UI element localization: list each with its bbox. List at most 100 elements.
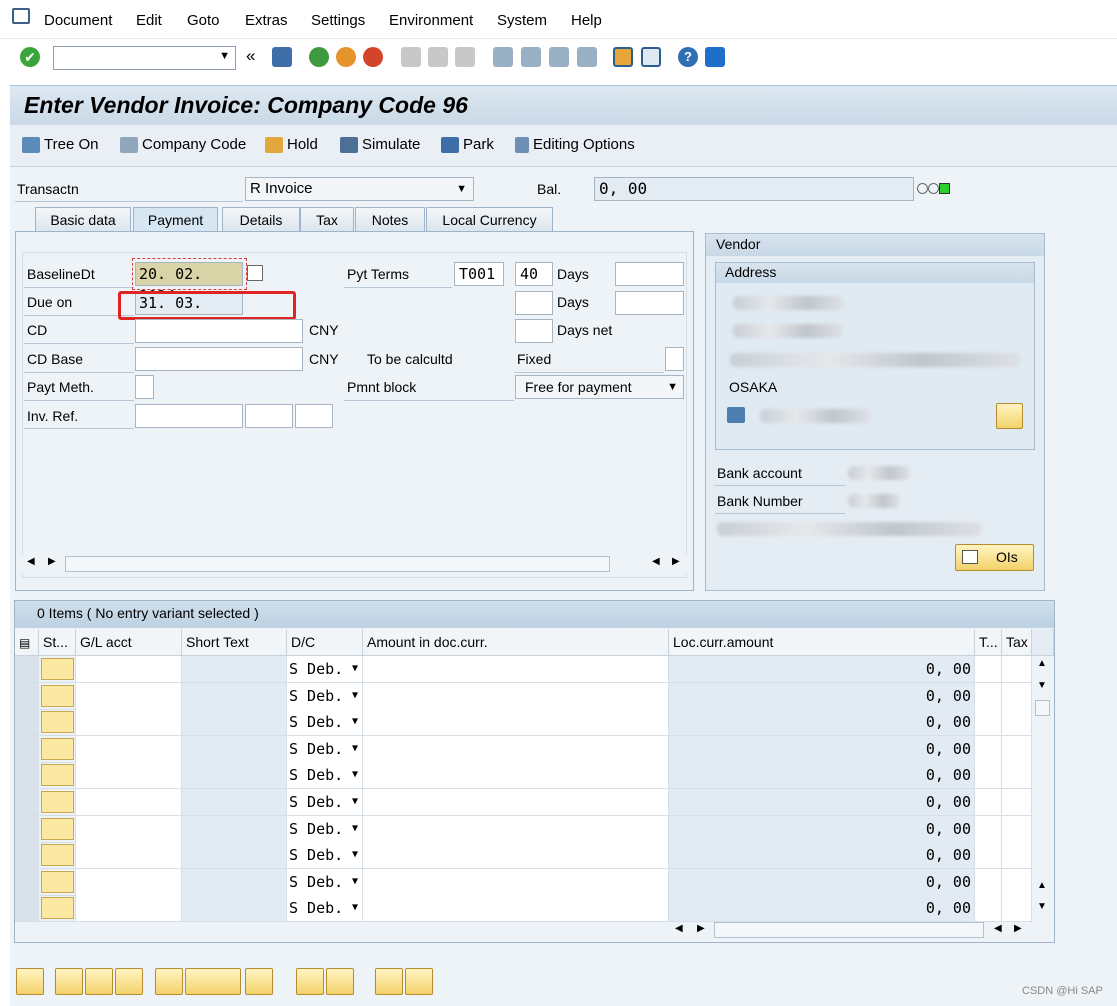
previous-page-icon[interactable] — [521, 47, 541, 67]
tree-on-button[interactable]: Tree On — [22, 136, 98, 153]
table-row[interactable]: S Deb. ▼ 0, 00 — [15, 815, 1032, 843]
find-icon[interactable] — [428, 47, 448, 67]
row-selector[interactable] — [15, 682, 39, 709]
chevron-down-icon[interactable]: ▼ — [352, 736, 358, 762]
scroll-thumb[interactable] — [65, 556, 610, 572]
tax-cell[interactable] — [1002, 682, 1032, 709]
days-2-field[interactable] — [515, 291, 553, 315]
column-short-text[interactable]: Short Text — [182, 629, 287, 656]
percent-2-field[interactable] — [615, 291, 684, 315]
table-vertical-scrollbar[interactable]: ▲ ▼ ▲ ▼ — [1032, 656, 1054, 920]
payment-terms-field[interactable]: T001 — [454, 262, 504, 286]
tab-panel-scrollbar[interactable]: ◀ ▶ ◀ ▶ — [22, 555, 687, 573]
save-icon[interactable] — [272, 47, 292, 67]
create-session-icon[interactable] — [613, 47, 633, 67]
tax-code-cell[interactable] — [975, 656, 1002, 682]
menu-help[interactable]: Help — [571, 12, 602, 29]
cd-base-field[interactable] — [135, 347, 303, 371]
scroll-right-icon[interactable]: ▶ — [48, 556, 56, 567]
menu-system[interactable]: System — [497, 12, 547, 29]
short-text-cell[interactable] — [182, 735, 287, 762]
debit-credit-cell[interactable]: S Deb. ▼ — [287, 709, 363, 736]
tax-cell[interactable] — [1002, 762, 1032, 789]
debit-credit-cell[interactable]: S Deb. ▼ — [287, 735, 363, 762]
fixed-checkbox[interactable] — [665, 347, 684, 371]
table-row[interactable]: S Deb. ▼ 0, 00 — [15, 709, 1032, 737]
gl-account-cell[interactable] — [76, 895, 182, 922]
debit-credit-cell[interactable]: S Deb. ▼ — [287, 868, 363, 895]
menu-edit[interactable]: Edit — [136, 12, 162, 29]
debit-credit-cell[interactable]: S Deb. ▼ — [287, 895, 363, 922]
command-field[interactable]: ▼ — [53, 46, 236, 70]
amount-doc-cell[interactable] — [363, 762, 669, 789]
cancel-icon[interactable] — [363, 47, 383, 67]
column-gl-account[interactable]: G/L acct — [76, 629, 182, 656]
status-cell[interactable] — [41, 897, 74, 920]
tax-cell[interactable] — [1002, 868, 1032, 895]
chevron-down-icon[interactable]: ▼ — [219, 50, 230, 62]
percent-1-field[interactable] — [615, 262, 684, 286]
company-code-button[interactable]: Company Code — [120, 136, 246, 153]
invoice-reference-year-field[interactable] — [245, 404, 293, 428]
sort-ascending-button[interactable] — [375, 968, 403, 995]
status-cell[interactable] — [41, 844, 74, 867]
amount-doc-cell[interactable] — [363, 789, 669, 815]
tax-cell[interactable] — [1002, 735, 1032, 762]
row-selector[interactable] — [15, 762, 39, 789]
status-cell[interactable] — [41, 764, 74, 787]
next-page-icon[interactable] — [549, 47, 569, 67]
scroll-left-icon[interactable]: ◀ — [994, 923, 1002, 934]
tab-tax[interactable]: Tax — [300, 207, 354, 232]
copy-button[interactable] — [296, 968, 324, 995]
short-text-cell[interactable] — [182, 789, 287, 815]
tab-notes[interactable]: Notes — [355, 207, 425, 232]
table-row[interactable]: S Deb. ▼ 0, 00 — [15, 682, 1032, 710]
payment-block-select[interactable]: Free for payment ▼ — [515, 375, 684, 399]
column-tax-code[interactable]: T... — [975, 629, 1002, 656]
amount-doc-cell[interactable] — [363, 815, 669, 842]
back-icon[interactable] — [309, 47, 329, 67]
chevron-down-icon[interactable]: ▼ — [667, 376, 678, 398]
table-row[interactable]: S Deb. ▼ 0, 00 — [15, 789, 1032, 816]
find-next-icon[interactable] — [455, 47, 475, 67]
tab-details[interactable]: Details — [222, 207, 300, 232]
scroll-up-icon[interactable]: ▲ — [1037, 880, 1047, 891]
short-text-cell[interactable] — [182, 842, 287, 869]
days-net-field[interactable] — [515, 319, 553, 343]
status-cell[interactable] — [41, 737, 74, 760]
tax-cell[interactable] — [1002, 709, 1032, 736]
tab-basic-data[interactable]: Basic data — [35, 207, 131, 232]
tax-code-cell[interactable] — [975, 789, 1002, 815]
print-icon[interactable] — [401, 47, 421, 67]
short-text-cell[interactable] — [182, 656, 287, 682]
table-row[interactable]: S Deb. ▼ 0, 00 — [15, 762, 1032, 790]
scroll-left-icon[interactable]: ◀ — [27, 556, 35, 567]
amount-doc-cell[interactable] — [363, 709, 669, 736]
row-selector[interactable] — [15, 815, 39, 842]
deselect-all-button[interactable] — [115, 968, 143, 995]
gl-account-cell[interactable] — [76, 789, 182, 815]
tax-code-cell[interactable] — [975, 735, 1002, 762]
shortcut-icon[interactable] — [641, 47, 661, 67]
scroll-right-icon[interactable]: ▶ — [697, 923, 705, 934]
row-selector[interactable] — [15, 868, 39, 895]
communication-button[interactable] — [996, 403, 1023, 429]
status-cell[interactable] — [41, 817, 74, 840]
debit-credit-cell[interactable]: S Deb. ▼ — [287, 762, 363, 789]
row-selector[interactable] — [15, 895, 39, 922]
chevron-down-icon[interactable]: ▼ — [352, 869, 358, 895]
scroll-up-icon[interactable]: ▲ — [1037, 658, 1047, 669]
tab-payment[interactable]: Payment — [133, 207, 218, 232]
status-cell[interactable] — [41, 658, 74, 680]
column-status[interactable]: St... — [39, 629, 76, 656]
amount-doc-cell[interactable] — [363, 868, 669, 895]
status-cell[interactable] — [41, 870, 74, 893]
tax-cell[interactable] — [1002, 815, 1032, 842]
insert-row-button[interactable] — [155, 968, 183, 995]
collapse-icon[interactable]: « — [246, 46, 255, 66]
debit-credit-cell[interactable]: S Deb. ▼ — [287, 789, 363, 815]
row-selector[interactable] — [15, 735, 39, 762]
status-cell[interactable] — [41, 684, 74, 707]
days-1-field[interactable]: 40 — [515, 262, 553, 286]
gl-account-cell[interactable] — [76, 868, 182, 895]
